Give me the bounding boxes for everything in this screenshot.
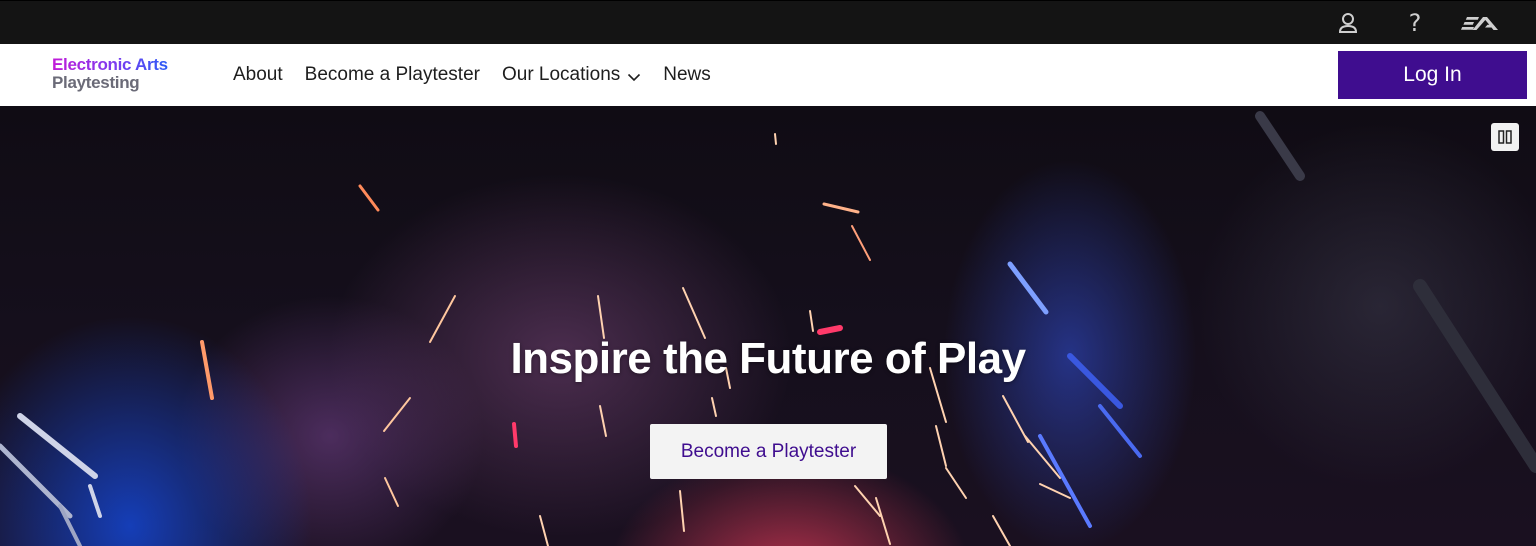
main-navigation: Electronic Arts Playtesting About Become… <box>0 44 1536 106</box>
ea-logo-icon[interactable] <box>1458 10 1502 36</box>
logo-line-1: Electronic Arts <box>52 55 168 74</box>
logo-line-2: Playtesting <box>52 73 140 92</box>
become-a-playtester-button[interactable]: Become a Playtester <box>650 424 887 479</box>
nav-item-news[interactable]: News <box>663 64 711 86</box>
nav-item-about[interactable]: About <box>233 64 283 86</box>
hero-title: Inspire the Future of Play <box>510 334 1026 383</box>
nav-item-label: Become a Playtester <box>304 64 480 85</box>
account-icon[interactable] <box>1334 10 1362 36</box>
utility-bar: ? <box>0 0 1536 44</box>
hero-background-sparks <box>0 111 1536 546</box>
hero-section: Inspire the Future of Play Become a Play… <box>0 106 1536 546</box>
nav-links: About Become a Playtester Our Locations … <box>233 44 733 106</box>
pause-video-button[interactable] <box>1491 123 1519 151</box>
nav-item-label: News <box>663 64 711 85</box>
nav-item-label: Our Locations <box>501 64 621 85</box>
nav-item-become-a-playtester[interactable]: Become a Playtester <box>305 64 480 86</box>
nav-item-our-locations[interactable]: Our Locations <box>502 64 641 86</box>
pause-icon <box>1498 130 1512 144</box>
help-icon[interactable]: ? <box>1401 9 1429 37</box>
log-in-button[interactable]: Log In <box>1338 51 1527 99</box>
chevron-down-icon <box>627 68 641 82</box>
nav-item-label: About <box>233 64 283 85</box>
ea-playtesting-logo[interactable]: Electronic Arts Playtesting <box>52 56 168 92</box>
